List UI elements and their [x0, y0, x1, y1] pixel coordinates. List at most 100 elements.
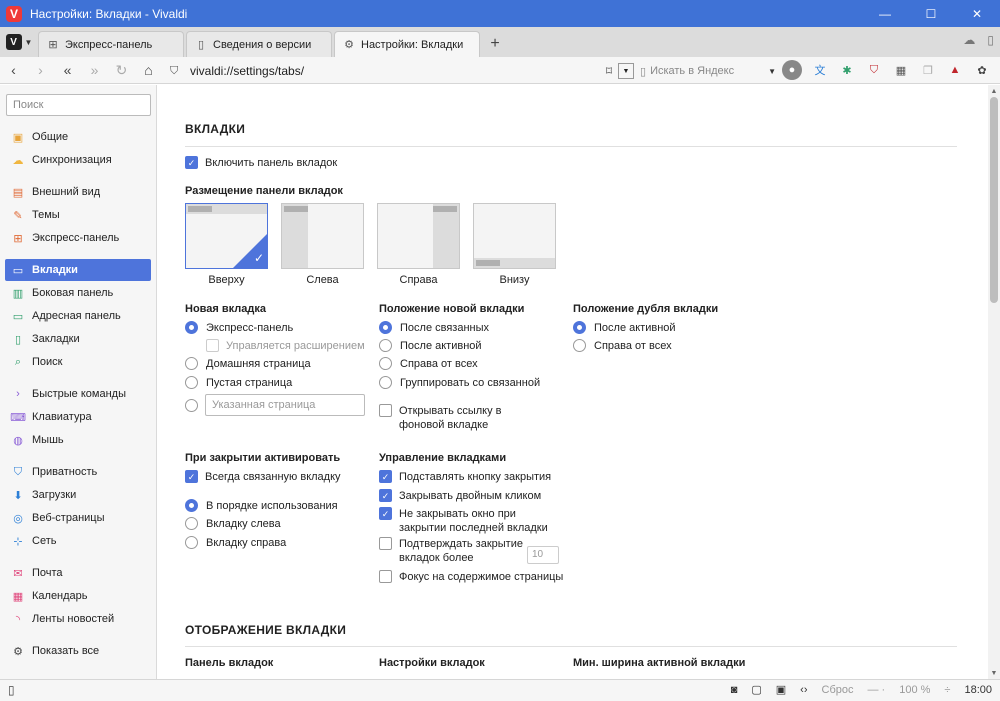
managed-by-extension-checkbox[interactable]: Управляется расширением [206, 339, 365, 353]
scrollbar-thumb[interactable] [990, 97, 998, 303]
double-click-close-checkbox[interactable]: ✓ Закрывать двойным кликом [379, 489, 541, 503]
panel-toggle-icon[interactable]: ▯ [8, 683, 15, 697]
tab-trash-icon[interactable]: ▯ [987, 33, 994, 47]
capture-extension-icon[interactable]: ❐ [919, 60, 937, 80]
window-tiling-icon[interactable]: ▢ [751, 683, 761, 696]
cloud-sync-icon[interactable]: ☁ [963, 33, 975, 47]
sidebar-item[interactable]: ◎ Веб-страницы [5, 507, 151, 529]
tab-settings[interactable]: ⚙ Настройки: Вкладки [334, 31, 480, 57]
close-window-button[interactable]: ✕ [954, 0, 1000, 27]
profile-avatar[interactable]: ● [782, 60, 802, 80]
zoom-slider[interactable]: — · [867, 684, 885, 696]
placement-right-option[interactable] [377, 203, 460, 269]
sidebar-item-icon: ▦ [12, 590, 24, 603]
puzzle-extension-icon[interactable]: ✱ [838, 60, 856, 80]
custom-page-input[interactable]: Указанная страница [205, 394, 365, 416]
tab-about[interactable]: ▯ Сведения о версии [186, 31, 332, 57]
dev-tools-icon[interactable]: ‹› [800, 684, 807, 696]
url-dropdown-button[interactable]: ▼ [618, 63, 634, 79]
close-button-checkbox[interactable]: ✓ Подставлять кнопку закрытия [379, 470, 551, 484]
sidebar-item-label: Веб-страницы [32, 512, 105, 524]
sidebar-item[interactable]: ⊞ Экспресс-панель [5, 227, 151, 249]
tab-speed-dial[interactable]: ⊞ Экспресс-панель [38, 31, 184, 57]
reader-extension-icon[interactable]: ▦ [892, 60, 910, 80]
open-link-background-checkbox[interactable]: Открывать ссылку в фоновой вкладке [379, 404, 549, 432]
sidebar-item[interactable]: ⌨ Клавиатура [5, 406, 151, 428]
after-related-radio[interactable]: После связанных [379, 321, 489, 335]
sidebar-item-label: Темы [32, 209, 60, 221]
sidebar-item[interactable]: ◍ Мышь [5, 429, 151, 451]
url-text[interactable]: vivaldi://settings/tabs/ [190, 64, 600, 78]
image-extension-icon[interactable]: ▲ [946, 60, 964, 80]
zoom-level[interactable]: 100 % [899, 684, 930, 696]
sidebar-item[interactable]: ⬇ Загрузки [5, 484, 151, 506]
sidebar-item[interactable]: ▣ Общие [5, 126, 151, 148]
enable-tabbar-checkbox[interactable]: ✓ Включить панель вкладок [185, 156, 337, 170]
tab-left-radio[interactable]: Вкладку слева [185, 517, 281, 531]
sidebar-item[interactable]: ▥ Боковая панель [5, 282, 151, 304]
new-tab-home-radio[interactable]: Домашняя страница [185, 357, 311, 371]
confirm-close-count-input[interactable]: 10 [527, 546, 559, 564]
shield-icon[interactable]: ⛉ [170, 65, 184, 78]
content-scrollbar[interactable]: ▲ ▼ [988, 85, 1000, 679]
translate-extension-icon[interactable]: 文 [811, 60, 829, 80]
dup-after-active-radio[interactable]: После активной [573, 321, 676, 335]
chevron-down-icon[interactable]: ▼ [768, 67, 776, 76]
new-tab-speed-dial-radio[interactable]: Экспресс-панель [185, 321, 293, 335]
maximize-button[interactable]: ☐ [908, 0, 954, 27]
sidebar-item[interactable]: ▭ Вкладки [5, 259, 151, 281]
image-toggle-icon[interactable]: ▣ [776, 683, 786, 696]
sidebar-item[interactable]: ⊹ Сеть [5, 530, 151, 552]
camera-icon[interactable]: ◙ [731, 684, 738, 696]
sidebar-item[interactable]: ☁ Синхронизация [5, 149, 151, 171]
in-order-of-use-radio[interactable]: В порядке использования [185, 499, 338, 513]
sidebar-item[interactable]: ▤ Внешний вид [5, 181, 151, 203]
new-tab-custom-radio[interactable] [185, 399, 206, 412]
placement-bottom-option[interactable] [473, 203, 556, 269]
sidebar-item[interactable]: ⌕ Поиск [5, 351, 151, 373]
placement-left-option[interactable] [281, 203, 364, 269]
tab-right-radio[interactable]: Вкладку справа [185, 536, 286, 550]
url-field[interactable]: ⛉ vivaldi://settings/tabs/ ⌑ ▼ [170, 61, 634, 81]
forward-button[interactable]: › [27, 57, 54, 84]
extensions-icon[interactable]: ✿ [973, 60, 991, 80]
reload-button[interactable]: ↻ [108, 57, 135, 84]
search-field[interactable]: ▯ Искать в Яндекс ▼ [640, 61, 776, 81]
sidebar-item[interactable]: › Быстрые команды [5, 383, 151, 405]
sidebar-item[interactable]: ▯ Закладки [5, 328, 151, 350]
sidebar-item[interactable]: ⚙ Показать все [5, 640, 151, 662]
home-button[interactable]: ⌂ [135, 57, 162, 84]
rewind-button[interactable]: « [54, 57, 81, 84]
sidebar-item[interactable]: ▦ Календарь [5, 585, 151, 607]
vivaldi-menu-button[interactable]: V ▼ [0, 27, 38, 57]
minimize-button[interactable]: — [862, 0, 908, 27]
zoom-menu-icon[interactable]: ÷ [944, 684, 950, 696]
sidebar-item[interactable]: ◝ Ленты новостей [5, 608, 151, 630]
always-related-checkbox[interactable]: ✓ Всегда связанную вкладку [185, 470, 341, 484]
sidebar-item-icon: › [16, 388, 20, 400]
settings-search-input[interactable]: Поиск [6, 94, 151, 116]
new-tab-button[interactable]: + [482, 31, 508, 57]
focus-content-checkbox[interactable]: Фокус на содержимое страницы [379, 570, 563, 584]
after-active-radio[interactable]: После активной [379, 339, 482, 353]
ublock-extension-icon[interactable]: ⛉ [865, 60, 883, 80]
group-related-radio[interactable]: Группировать со связанной [379, 376, 540, 390]
dup-rightmost-radio[interactable]: Справа от всех [573, 339, 672, 353]
new-tab-blank-radio[interactable]: Пустая страница [185, 376, 292, 390]
fast-forward-button[interactable]: » [81, 57, 108, 84]
sidebar-item-icon: ◝ [15, 613, 21, 626]
sidebar-item-icon: ⌕ [14, 355, 22, 368]
bookmark-icon[interactable]: ⌑ [600, 64, 618, 78]
rightmost-radio[interactable]: Справа от всех [379, 357, 478, 371]
sidebar-item[interactable]: ⛉ Приватность [5, 461, 151, 483]
confirm-close-checkbox[interactable]: Подтверждать закрытие вкладок более [379, 537, 524, 565]
sidebar-item[interactable]: ✎ Темы [5, 204, 151, 226]
scroll-down-icon[interactable]: ▼ [988, 667, 1000, 679]
keep-window-checkbox[interactable]: ✓ Не закрывать окно при закрытии последне… [379, 507, 549, 535]
sidebar-item[interactable]: ✉ Почта [5, 562, 151, 584]
zoom-reset-button[interactable]: Сброс [822, 684, 854, 696]
sidebar-item[interactable]: ▭ Адресная панель [5, 305, 151, 327]
back-button[interactable]: ‹ [0, 57, 27, 84]
placement-top-option[interactable]: ✓ [185, 203, 268, 269]
scroll-up-icon[interactable]: ▲ [988, 85, 1000, 97]
